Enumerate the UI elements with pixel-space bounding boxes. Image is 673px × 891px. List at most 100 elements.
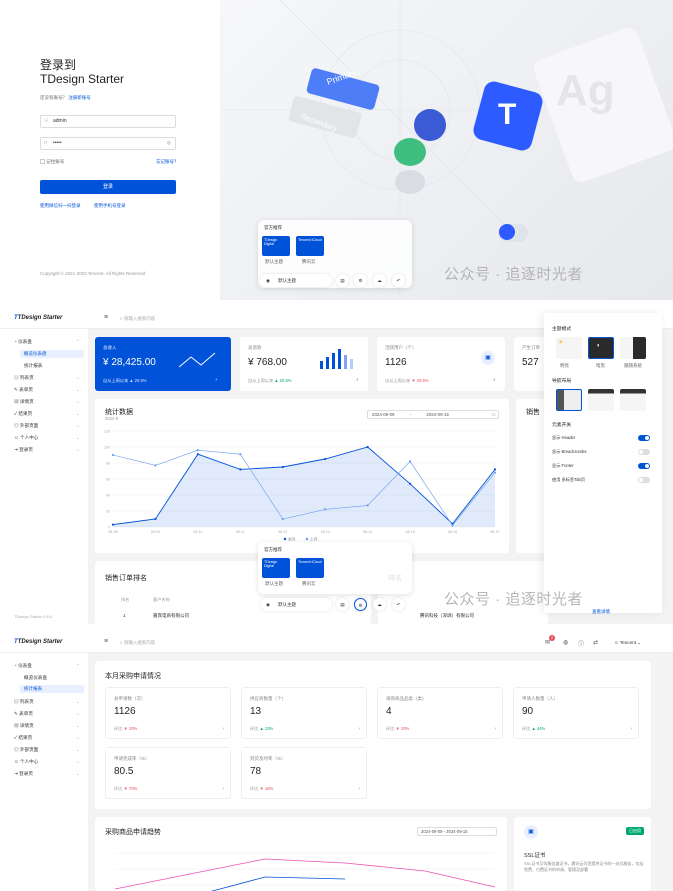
translate-icon[interactable]: ⇄ (593, 639, 598, 646)
toggle-breadcrumbs[interactable] (638, 449, 650, 455)
kpi-card-revenue[interactable]: 总收入 ¥ 28,425.00 自从上周以来 ▲ 20.5% › (95, 337, 231, 391)
sidebar-item-external[interactable]: ◎ 外部页面 ⌄ (14, 423, 80, 429)
sidebar-item-overview[interactable]: 概览仪表盘 (20, 350, 84, 358)
toggle-multitab[interactable] (638, 477, 650, 483)
trend-date-picker[interactable]: 2024-09-09 - 2024-09-15 (417, 827, 497, 836)
undo-icon[interactable]: ↶ (392, 598, 405, 611)
chevron-down-icon: ⌄ (76, 423, 80, 428)
nav-label: 详情页 (19, 723, 34, 728)
settings-icon[interactable]: ⚙ (354, 274, 367, 287)
forgot-link[interactable]: 忘记账号？ (156, 159, 179, 165)
sidebar-item-result[interactable]: ✓ 结果页 ⌄ (14, 411, 80, 417)
sidebar-item-dashboard[interactable]: ◔ 仪表盘 ⌃ (14, 663, 80, 669)
sidebar-item-detail[interactable]: ▦ 详情页 ⌄ (14, 399, 80, 405)
sidebar-item-dashboard[interactable]: ◔ 仪表盘 ⌃ (14, 339, 80, 345)
kpi-card-refund[interactable]: 总退款 ¥ 768.00 自从上周以来 ▲ 20.5% › (240, 337, 368, 391)
mode-system[interactable] (620, 337, 646, 359)
sidebar-item-profile[interactable]: ☺ 个人中心 ⌄ (14, 759, 80, 765)
theme-option-icloud[interactable]: Tencent iCloud (296, 236, 324, 256)
x-tick-label: 08-14 (363, 530, 372, 534)
mode-dark[interactable]: ◑ (588, 337, 614, 359)
theme-option-digital[interactable]: TDesign Digital (262, 558, 290, 578)
login-button[interactable]: 登录 (40, 180, 176, 194)
chevron-down-icon: ⌄ (76, 723, 80, 728)
menu-icon[interactable]: ≡ (104, 314, 108, 321)
legend-label: 本月 (288, 537, 296, 542)
register-link[interactable]: 注册新账号 (68, 95, 91, 100)
brand-logo[interactable]: TTDesign Starter (14, 639, 62, 645)
default-theme-pill[interactable]: ◉ 默认主题 (260, 598, 332, 611)
mode-light[interactable]: ☀ (556, 337, 582, 359)
date-end: 2024-09-15 (426, 412, 449, 417)
detail-link[interactable]: 查看详情 (592, 609, 610, 615)
trend-down-icon: ▼ (411, 378, 416, 383)
brand-logo[interactable]: TTDesign Starter (14, 315, 62, 321)
sidebar-item-login[interactable]: ⇥ 登录页 ⌄ (14, 771, 80, 777)
kpi-card-users[interactable]: 活跃用户（个） 1126 自从上周以来 ▼ 20.5% ▣ › (377, 337, 505, 391)
sidebar-item-list[interactable]: ▤ 列表页 ⌄ (14, 699, 80, 705)
x-tick-label: 08-08 (108, 530, 117, 534)
nav-label: 列表页 (19, 699, 34, 704)
sidebar-item-result[interactable]: ✓ 结果页 ⌄ (14, 735, 80, 741)
default-theme-pill[interactable]: ◉ 默认主题 (260, 274, 332, 287)
checkbox-icon[interactable] (40, 159, 45, 165)
stat-compare: 环比 ▼ 10% (114, 726, 137, 732)
sidebar-item-form[interactable]: ✎ 表单页 ⌄ (14, 387, 80, 393)
search-input[interactable]: ⌕ 请输入搜索内容 (120, 316, 155, 322)
stat-card[interactable]: 供应商数量（个） 13 环比 ▲ 13% › (241, 687, 367, 739)
password-field[interactable]: □ ••••• ◎ (40, 137, 176, 150)
settings-icon[interactable]: ⚙ (354, 598, 367, 611)
sidebar-item-overview[interactable]: 概览仪表盘 (24, 675, 47, 681)
sidebar-item-detail[interactable]: ▦ 详情页 ⌄ (14, 723, 80, 729)
nav-label: 列表页 (19, 375, 34, 380)
cloud-icon[interactable]: ☁ (373, 274, 386, 287)
layout-mix[interactable] (620, 389, 646, 411)
phone-login-link[interactable]: 使用手机号登录 (94, 203, 126, 209)
kpi-sub: 自从上周以来 ▼ 20.5% (385, 378, 429, 384)
layout-top[interactable] (588, 389, 614, 411)
eye-icon[interactable]: ◎ (167, 138, 171, 149)
kpi-value: 1126 (385, 357, 407, 368)
x-tick-label: 08-13 (321, 530, 330, 534)
remember-checkbox[interactable]: 记住账号 (40, 159, 64, 165)
toggle-header[interactable] (638, 435, 650, 441)
date-range-picker[interactable]: 2024-09-09 - 2024-09-15 □ (367, 410, 499, 419)
sparkline-icon (179, 352, 216, 368)
github-icon[interactable]: ◍ (563, 639, 568, 646)
undo-icon[interactable]: ↶ (392, 274, 405, 287)
chevron-down-icon: ⌄ (76, 411, 80, 416)
data-point (366, 445, 369, 449)
sidebar-item-login[interactable]: ⇥ 登录页 ⌄ (14, 447, 80, 453)
search-input[interactable]: ⌕ 请输入搜索内容 (120, 640, 155, 646)
trend-chart (114, 852, 496, 891)
help-icon[interactable]: ⓘ (578, 639, 584, 648)
sidebar-item-external[interactable]: ◎ 外部页面 ⌄ (14, 747, 80, 753)
sidebar-item-profile[interactable]: ☺ 个人中心 ⌄ (14, 435, 80, 441)
username-field[interactable]: ☉ admin (40, 115, 176, 128)
t-logo: T (498, 98, 517, 131)
shop-icon[interactable]: ▤ (336, 598, 349, 611)
stat-card[interactable]: 申请完成率（%） 80.5 环比 ▼ 70% › (105, 747, 231, 799)
layout-side[interactable] (556, 389, 582, 411)
wechat-login-link[interactable]: 使用微信扫一扫登录 (40, 203, 81, 209)
chevron-down-icon: ⌄ (76, 759, 80, 764)
cloud-icon[interactable]: ☁ (373, 598, 386, 611)
chevron-down-icon: ⌄ (76, 771, 80, 776)
menu-icon[interactable]: ≡ (104, 638, 108, 645)
stat-card[interactable]: 到货及时率（%） 78 环比 ▼ 16% › (241, 747, 367, 799)
sidebar-item-stats[interactable]: 统计报表 (20, 685, 84, 693)
user-menu[interactable]: ☺ Tencent ⌄ (614, 640, 641, 646)
theme-option-digital[interactable]: TDesign Digital (262, 236, 290, 256)
shop-icon[interactable]: ▤ (336, 274, 349, 287)
stat-label: 申请完成率（%） (114, 756, 150, 761)
stat-card[interactable]: 采购商品品类（类） 4 环比 ▼ 10% › (377, 687, 503, 739)
chevron-right-icon: › (358, 786, 360, 792)
nav-label: 个人中心 (19, 435, 39, 440)
toggle-footer[interactable] (638, 463, 650, 469)
sidebar-item-form[interactable]: ✎ 表单页 ⌄ (14, 711, 80, 717)
stat-card[interactable]: 总申请数（次） 1126 环比 ▼ 10% › (105, 687, 231, 739)
sidebar-item-stats[interactable]: 统计报表 (24, 363, 42, 369)
stat-card[interactable]: 申请人数量（人） 90 环比 ▲ 44% › (513, 687, 639, 739)
theme-option-icloud[interactable]: Tencent iCloud (296, 558, 324, 578)
sidebar-item-list[interactable]: ▤ 列表页 ⌄ (14, 375, 80, 381)
